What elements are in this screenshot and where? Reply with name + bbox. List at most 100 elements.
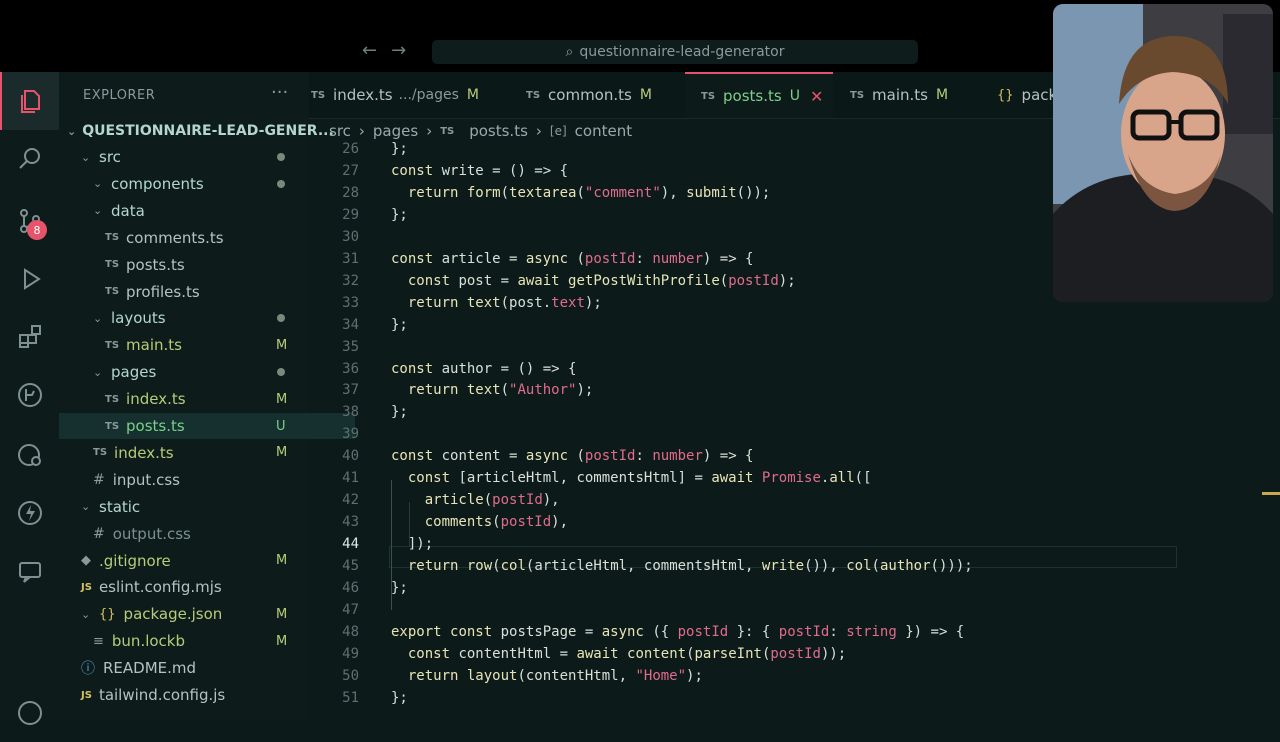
code-line[interactable]: 48 export const postsPage = async ({ post… [309,624,1209,646]
breadcrumb-src[interactable]: src [329,122,351,140]
code-line[interactable]: 41 const [articleHtml, commentsHtml] = a… [309,470,1209,492]
source-control-icon[interactable] [0,192,59,250]
code-line[interactable]: 47 [309,602,1209,624]
search-icon: ⌕ [565,44,574,60]
code-line[interactable]: 49 const contentHtml = await content(par… [309,646,1209,668]
workspace-root[interactable]: ⌄ QUESTIONNAIRE-LEAD-GENER... [59,118,334,144]
lightning-icon[interactable] [0,484,59,542]
typescript-icon: TS [105,259,120,271]
modified-dot [277,314,285,323]
tree-file[interactable]: JS tailwind.config.js [59,682,331,708]
code-line[interactable]: 50 return layout(contentHtml, "Home"); [309,668,1209,690]
run-debug-icon[interactable] [0,250,59,308]
git-graph-icon[interactable] [0,366,59,424]
code-line[interactable]: 43 comments(postId), [309,514,1209,536]
command-center-label: questionnaire-lead-generator [579,44,785,60]
explorer-title: EXPLORER [83,88,156,103]
code-line[interactable]: 37 return text("Author"); [309,382,1209,404]
git-status-badge: M [276,606,288,622]
tab-label: posts.ts [723,87,782,105]
tree-item-label: README.md [103,659,197,678]
tree-item-label: tailwind.config.js [98,686,226,704]
code-line[interactable]: 44 ]); [309,536,1209,558]
css-icon: # [93,471,105,488]
code-text: return layout(contentHtml, "Home"); [407,667,703,684]
code-line[interactable]: 45 return row(col(articleHtml, commentsH… [309,558,1209,580]
tree-file[interactable]: ◆ .gitignore M [59,548,331,574]
line-number: 27 [342,162,359,179]
git-icon: ◆ [81,553,91,568]
line-number: 31 [342,250,359,267]
tree-folder[interactable]: ⌄ static [59,494,331,520]
back-arrow-icon[interactable]: ← [362,40,391,61]
chevron-down-icon: ⌄ [93,365,103,379]
tree-file[interactable]: ⓘ README.md [59,655,331,681]
tree-item-label: package.json [123,605,223,624]
tree-file[interactable]: ≡ bun.lockb M [59,628,343,654]
tree-file[interactable]: JS eslint.config.mjs [59,574,331,600]
tree-file[interactable]: TS index.ts M [59,440,343,466]
code-text: }; [391,689,408,706]
line-number: 39 [342,426,359,443]
code-line[interactable]: 40 const content = async (postId: number)… [309,448,1209,470]
tab-status: U [789,88,800,104]
code-line[interactable]: 34}; [309,317,1209,339]
search-sidebar-icon[interactable] [0,130,59,188]
line-number: 36 [342,360,359,377]
activity-bar: 8 [0,72,59,725]
tree-folder[interactable]: ⌄ data [59,198,343,224]
line-number: 49 [342,645,359,662]
javascript-icon: JS [81,689,92,701]
command-center[interactable]: ⌕ questionnaire-lead-generator [432,40,918,64]
chevron-down-icon: ⌄ [93,177,103,191]
explorer-icon[interactable] [0,72,59,130]
code-line[interactable]: 35 [309,339,1209,361]
tree-folder[interactable]: ⌄ components [59,171,343,197]
scrollbar-marker [1262,492,1280,495]
tree-folder[interactable]: ⌄ pages [59,359,343,385]
tab-main-ts[interactable]: TS main.ts M [850,72,980,118]
line-number: 48 [342,623,359,640]
tree-file[interactable]: # input.css [59,467,343,493]
extensions-icon[interactable] [0,308,59,366]
chevron-down-icon: ⌄ [81,150,91,164]
breadcrumb-symbol[interactable]: content [575,122,632,140]
remote-explorer-icon[interactable] [0,426,59,484]
forward-arrow-icon[interactable]: → [391,40,420,61]
line-number: 47 [342,601,359,618]
tree-item-label: output.css [112,524,191,543]
code-text: return text("Author"); [407,382,594,399]
close-icon[interactable]: ✕ [810,87,823,106]
tab-common-ts[interactable]: TS common.ts M [526,72,676,118]
info-icon: ⓘ [81,661,95,678]
code-line[interactable]: 38}; [309,404,1209,426]
typescript-icon: TS [93,447,108,459]
code-text: export const postsPage = async ({ postId… [391,623,965,640]
line-number: 51 [342,689,359,706]
tab-label: common.ts [548,86,632,104]
account-icon[interactable] [0,684,59,742]
code-line[interactable]: 36 const author = () => { [309,361,1209,383]
tab-posts-ts[interactable]: TS posts.ts U ✕ [685,72,833,118]
typescript-icon: TS [850,89,865,101]
breadcrumb-file[interactable]: posts.ts [469,122,528,140]
tree-folder[interactable]: ⌄ layouts [59,305,343,331]
code-line[interactable]: 42 article(postId), [309,492,1209,514]
explorer-more-icon[interactable]: ··· [271,82,288,103]
workspace-root-label: QUESTIONNAIRE-LEAD-GENER... [82,123,334,139]
tree-file[interactable]: # output.css [59,521,343,547]
tab-index-ts[interactable]: TS index.ts .../pages M [311,72,511,118]
nav-arrows[interactable]: ←→ [362,40,420,61]
modified-dot [277,179,285,188]
tree-folder[interactable]: ⌄ src [59,144,331,170]
tree-file[interactable]: ⌄ {} package.json M [59,601,331,627]
tree-item-label: index.ts [114,443,174,462]
chat-icon[interactable] [0,542,59,600]
code-text: comments(postId), [424,514,569,531]
code-line[interactable]: 46}; [309,580,1209,602]
code-line[interactable]: 39 [309,426,1209,448]
line-number: 33 [342,294,359,311]
code-line[interactable]: 51}; [309,690,1209,712]
chevron-right-icon: › [358,122,365,140]
breadcrumb-pages[interactable]: pages [373,122,418,140]
